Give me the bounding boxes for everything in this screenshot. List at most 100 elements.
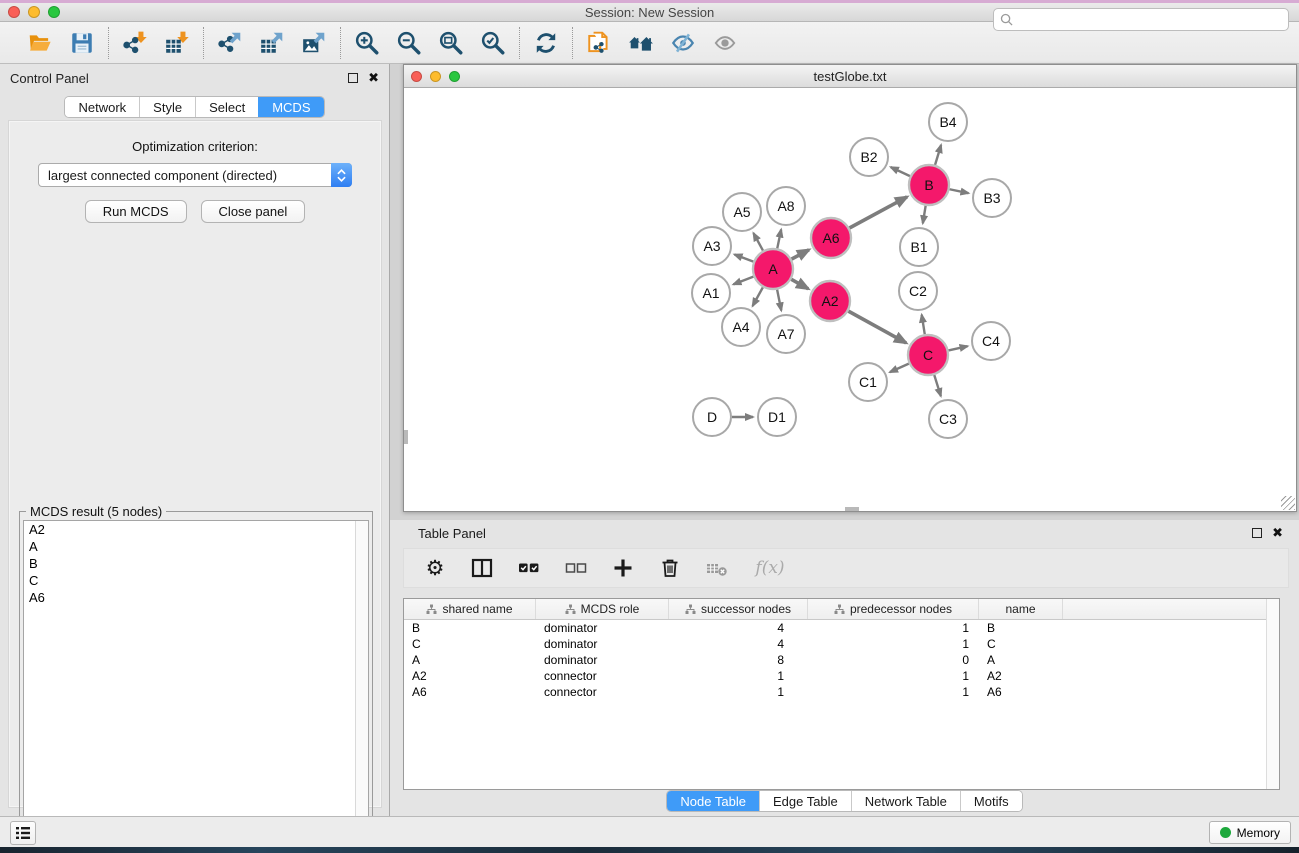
mcds-result-item[interactable]: A2 xyxy=(24,521,368,538)
edge-A-A3[interactable] xyxy=(734,254,753,261)
zoom-in-icon[interactable] xyxy=(353,29,381,57)
node-A1[interactable]: A1 xyxy=(692,274,730,312)
column-header-MCDS-role[interactable]: MCDS role xyxy=(536,599,669,619)
home-icon[interactable] xyxy=(627,29,655,57)
refresh-icon[interactable] xyxy=(532,29,560,57)
column-header-shared-name[interactable]: shared name xyxy=(404,599,536,619)
table-row[interactable]: Bdominator41B xyxy=(404,620,1279,636)
node-D[interactable]: D xyxy=(693,398,731,436)
node-B4[interactable]: B4 xyxy=(929,103,967,141)
save-session-icon[interactable] xyxy=(68,29,96,57)
export-image-icon[interactable] xyxy=(300,29,328,57)
memory-button[interactable]: Memory xyxy=(1209,821,1291,844)
node-A3[interactable]: A3 xyxy=(693,227,731,265)
horizontal-scrollbar[interactable] xyxy=(845,507,859,511)
edge-A-A4[interactable] xyxy=(753,287,763,306)
edge-C-C3[interactable] xyxy=(934,375,941,396)
node-A8[interactable]: A8 xyxy=(767,187,805,225)
mcds-result-item[interactable]: A xyxy=(24,538,368,555)
search-input[interactable] xyxy=(993,8,1289,31)
import-network-icon[interactable] xyxy=(121,29,149,57)
network-canvas[interactable]: B4B2BB3A8A5A6A3B1AC2A1A2A4A7C4CC1C3DD1 xyxy=(404,88,1296,511)
mcds-result-item[interactable]: C xyxy=(24,572,368,589)
node-A7[interactable]: A7 xyxy=(767,315,805,353)
zoom-out-icon[interactable] xyxy=(395,29,423,57)
add-column-icon[interactable] xyxy=(610,555,636,581)
column-header-predecessor-nodes[interactable]: predecessor nodes xyxy=(808,599,979,619)
export-network-icon[interactable] xyxy=(216,29,244,57)
node-table[interactable]: shared nameMCDS rolesuccessor nodesprede… xyxy=(403,598,1280,790)
tab-edge-table[interactable]: Edge Table xyxy=(759,791,851,811)
hide-eye-icon[interactable] xyxy=(669,29,697,57)
node-A5[interactable]: A5 xyxy=(723,193,761,231)
node-A4[interactable]: A4 xyxy=(722,308,760,346)
node-A2[interactable]: A2 xyxy=(810,281,850,321)
close-panel-button[interactable]: Close panel xyxy=(201,200,306,223)
edge-A6-B[interactable] xyxy=(849,197,907,228)
edge-C-C4[interactable] xyxy=(948,346,967,350)
mcds-result-item[interactable]: A6 xyxy=(24,589,368,606)
vertical-scrollbar[interactable] xyxy=(404,430,408,444)
run-mcds-button[interactable]: Run MCDS xyxy=(85,200,187,223)
table-scrollbar[interactable] xyxy=(1266,599,1279,789)
gear-icon[interactable]: ⚙ xyxy=(422,555,448,581)
edge-B-B4[interactable] xyxy=(935,145,941,165)
node-A6[interactable]: A6 xyxy=(811,218,851,258)
result-list-scrollbar[interactable] xyxy=(355,521,368,851)
criterion-select[interactable]: largest connected component (directed) xyxy=(38,163,352,187)
float-panel-icon[interactable] xyxy=(348,73,358,83)
delete-column-icon[interactable] xyxy=(657,555,683,581)
edge-A-A7[interactable] xyxy=(777,290,781,311)
column-header-name[interactable]: name xyxy=(979,599,1063,619)
table-row[interactable]: A6connector11A6 xyxy=(404,684,1279,700)
node-C1[interactable]: C1 xyxy=(849,363,887,401)
tab-mcds[interactable]: MCDS xyxy=(258,97,323,117)
node-C2[interactable]: C2 xyxy=(899,272,937,310)
import-table-icon[interactable] xyxy=(163,29,191,57)
edge-A-A2[interactable] xyxy=(791,279,808,288)
float-table-panel-icon[interactable] xyxy=(1252,528,1262,538)
edge-A-A8[interactable] xyxy=(777,230,781,249)
close-panel-icon[interactable]: ✖ xyxy=(368,73,379,83)
node-B3[interactable]: B3 xyxy=(973,179,1011,217)
edge-A2-C[interactable] xyxy=(848,311,906,343)
edge-B-B3[interactable] xyxy=(950,189,969,193)
edge-B-B2[interactable] xyxy=(891,167,910,176)
table-row[interactable]: A2connector11A2 xyxy=(404,668,1279,684)
node-C3[interactable]: C3 xyxy=(929,400,967,438)
close-table-panel-icon[interactable]: ✖ xyxy=(1272,528,1283,538)
unselect-all-icon[interactable] xyxy=(563,555,589,581)
tab-node-table[interactable]: Node Table xyxy=(667,791,759,811)
resize-grip-icon[interactable] xyxy=(1281,496,1295,510)
mcds-result-item[interactable]: B xyxy=(24,555,368,572)
table-row[interactable]: Cdominator41C xyxy=(404,636,1279,652)
edge-A-A6[interactable] xyxy=(792,250,809,259)
tab-select[interactable]: Select xyxy=(195,97,258,117)
open-session-icon[interactable] xyxy=(26,29,54,57)
tab-style[interactable]: Style xyxy=(139,97,195,117)
tab-motifs[interactable]: Motifs xyxy=(960,791,1022,811)
node-C4[interactable]: C4 xyxy=(972,322,1010,360)
edge-A-A1[interactable] xyxy=(733,277,753,285)
network-graph[interactable]: B4B2BB3A8A5A6A3B1AC2A1A2A4A7C4CC1C3DD1 xyxy=(404,88,1296,511)
copy-network-icon[interactable] xyxy=(585,29,613,57)
edge-A-A5[interactable] xyxy=(753,233,763,250)
edge-C-C2[interactable] xyxy=(922,315,925,335)
node-C[interactable]: C xyxy=(908,335,948,375)
node-B1[interactable]: B1 xyxy=(900,228,938,266)
export-table-icon[interactable] xyxy=(258,29,286,57)
tab-network-table[interactable]: Network Table xyxy=(851,791,960,811)
select-all-icon[interactable] xyxy=(516,555,542,581)
edge-B-B1[interactable] xyxy=(923,206,926,224)
table-row[interactable]: Adominator80A xyxy=(404,652,1279,668)
split-columns-icon[interactable] xyxy=(469,555,495,581)
tab-network[interactable]: Network xyxy=(65,97,139,117)
node-B[interactable]: B xyxy=(909,165,949,205)
node-B2[interactable]: B2 xyxy=(850,138,888,176)
node-D1[interactable]: D1 xyxy=(758,398,796,436)
zoom-selected-icon[interactable] xyxy=(479,29,507,57)
mcds-result-list[interactable]: A2ABCA6 xyxy=(23,520,369,852)
zoom-fit-icon[interactable] xyxy=(437,29,465,57)
edge-C-C1[interactable] xyxy=(890,364,909,373)
task-history-button[interactable] xyxy=(10,821,36,845)
